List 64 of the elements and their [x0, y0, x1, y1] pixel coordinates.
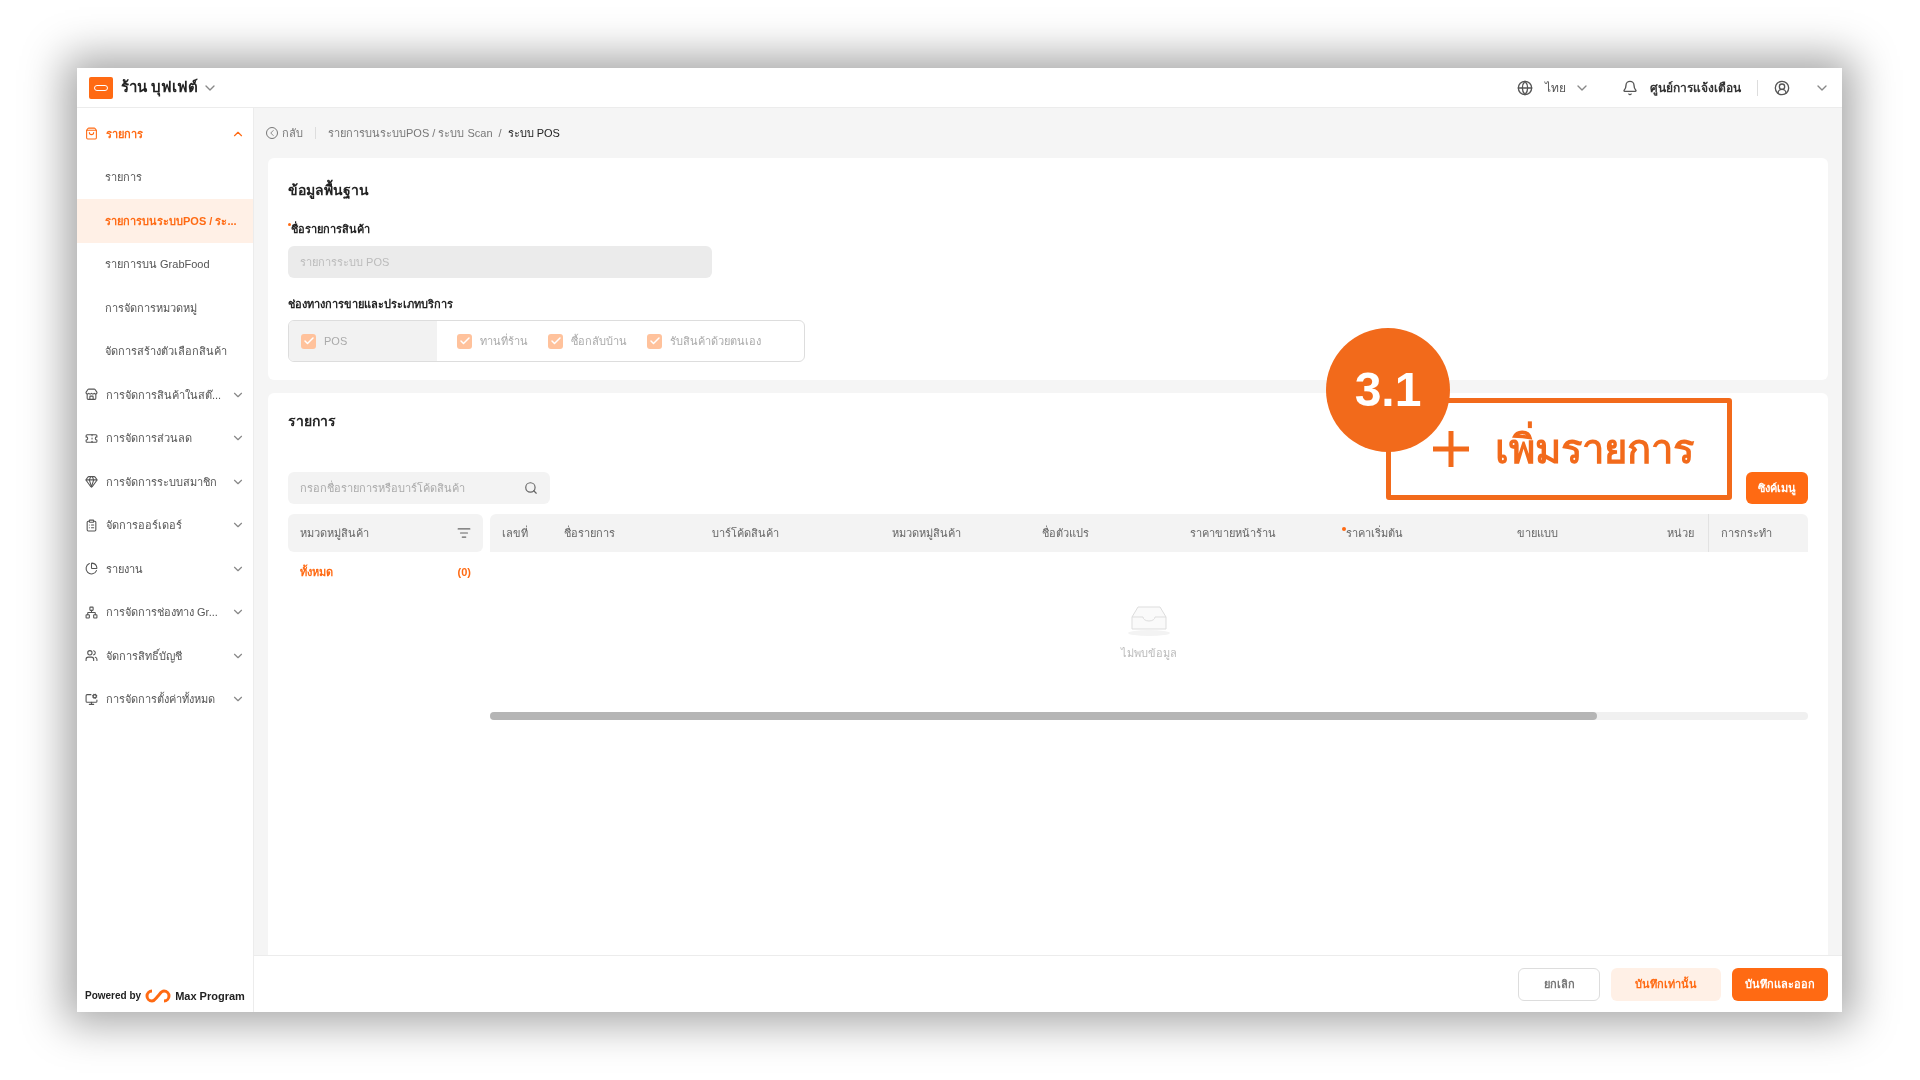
column-header: หน่วย [1666, 525, 1695, 541]
user-avatar-icon[interactable] [1774, 79, 1790, 96]
cancel-button[interactable]: ยกเลิก [1518, 967, 1600, 1001]
column-header: ชื่อตัวแปร [1041, 524, 1090, 541]
globe-icon[interactable] [1517, 79, 1533, 96]
sidebar-group[interactable]: การจัดการระบบสมาชิก [77, 460, 253, 504]
field-label: ชื่อรายการสินค้า [291, 221, 370, 237]
powered-by-text: Powered by [85, 989, 142, 1004]
column-header: หมวดหมู่สินค้า [891, 525, 962, 542]
breadcrumb-item: ระบบ POS [507, 125, 560, 141]
logo-icon [89, 76, 113, 99]
gem-icon [85, 475, 98, 489]
checkbox[interactable] [647, 333, 662, 349]
bag-icon [85, 127, 98, 141]
section-title: รายการ [288, 412, 336, 431]
search-icon[interactable] [524, 481, 538, 495]
column-header: ราคาขายหน้าร้าน [1189, 525, 1277, 541]
sidebar-item[interactable]: รายการบน GrabFood [77, 242, 253, 286]
network-icon [85, 605, 98, 619]
search-field[interactable]: กรอกชื่อรายการหรือบาร์โค้ดสินค้า [288, 472, 550, 504]
users-icon [85, 649, 98, 663]
breadcrumb-item[interactable]: รายการบนระบบPOS / ระบบ Scan [328, 124, 493, 142]
category-header: หมวดหมู่สินค้า [288, 514, 483, 552]
store-icon [85, 388, 98, 402]
sidebar-item[interactable]: รายการ [77, 155, 253, 199]
column-header: ราคาเริ่มต้น [1330, 514, 1505, 552]
check-icon [458, 335, 471, 347]
back-button[interactable]: กลับ [266, 124, 303, 142]
column-header: ชื่อรายการ [563, 524, 616, 541]
column-header: ขายแบบ [1516, 525, 1559, 541]
sidebar-group[interactable]: การจัดการช่องทาง Gr... [77, 590, 253, 634]
ticket-icon [85, 431, 98, 445]
checkbox[interactable] [548, 333, 563, 349]
check-icon [302, 335, 315, 347]
shop-name[interactable]: ร้าน บุฟเฟต์ [121, 76, 199, 99]
breadcrumb-separator: / [498, 125, 502, 141]
brand-name: Max Program [175, 988, 245, 1004]
sidebar-group[interactable]: การจัดการตั้งค่าทั้งหมด [77, 677, 253, 721]
sidebar-item[interactable]: การจัดการหมวดหมู่ [77, 286, 253, 330]
field-label: ช่องทางการขายและประเภทบริการ [288, 296, 454, 312]
sidebar-group[interactable]: จัดการสิทธิ์บัญชี [77, 634, 253, 678]
horizontal-scrollbar[interactable] [490, 712, 1808, 720]
bell-icon[interactable] [1622, 79, 1638, 96]
checkbox[interactable] [457, 333, 472, 349]
notification-center-link[interactable]: ศูนย์การแจ้งเตือน [1650, 78, 1741, 97]
plus-icon [1431, 429, 1471, 469]
check-icon [549, 335, 562, 347]
check-icon [648, 335, 661, 347]
column-header: การกระทำ [1708, 514, 1813, 552]
filter-list-icon[interactable] [457, 526, 471, 540]
sidebar-group[interactable]: รายงาน [77, 547, 253, 591]
brand-logo-icon [145, 988, 172, 1003]
sidebar-group[interactable]: การจัดการส่วนลด [77, 416, 253, 460]
column-header: บาร์โค้ดสินค้า [711, 525, 780, 541]
sidebar-group[interactable]: การจัดการสินค้าในสต๊... [77, 373, 253, 417]
language-selector[interactable]: ไทย [1545, 78, 1566, 97]
sidebar-item[interactable]: จัดการสร้างตัวเลือกสินค้า [77, 329, 253, 373]
monitor-icon [85, 692, 98, 706]
clipboard-icon [85, 518, 98, 532]
section-title: ข้อมูลพื้นฐาน [288, 180, 1808, 201]
column-header: เลขที่ [501, 524, 529, 541]
pie-chart-icon [85, 562, 98, 576]
sidebar-group[interactable]: จัดการออร์เดอร์ [77, 503, 253, 547]
empty-state-text: ไม่พบข้อมูล [1121, 645, 1177, 662]
